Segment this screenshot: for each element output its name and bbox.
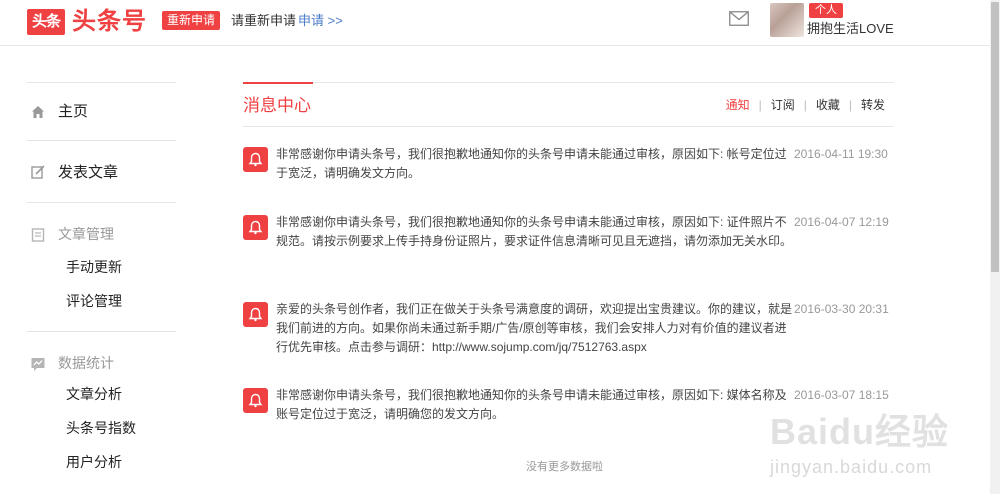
message-center: 消息中心 通知 | 订阅 | 收藏 | 转发 非常感谢你申请头条号，我们很抱歉地通知你的头条…: [243, 82, 894, 421]
message-text: 亲爱的头条号创作者，我们正在做关于头条号满意度的调研，欢迎提出宝贵建议。你的建议…: [276, 302, 793, 354]
bell-icon: [243, 147, 268, 172]
filter-tabs: 通知 | 订阅 | 收藏 | 转发: [726, 97, 885, 113]
tab-subscriptions[interactable]: 订阅: [771, 97, 795, 113]
edit-icon: [31, 165, 45, 179]
username[interactable]: 拥抱生活LOVE: [807, 20, 894, 37]
bell-icon: [243, 388, 268, 413]
logo-badge[interactable]: 头条: [27, 9, 65, 35]
message-text: 非常感谢你申请头条号，我们很抱歉地通知你的头条号申请未能通过审核，原因如下: 证…: [276, 215, 793, 248]
tab-notifications[interactable]: 通知: [726, 97, 750, 113]
message-text: 非常感谢你申请头条号，我们很抱歉地通知你的头条号申请未能通过审核，原因如下: 媒…: [276, 388, 787, 421]
tab-favorites[interactable]: 收藏: [816, 97, 840, 113]
sidebar-item-article-analysis[interactable]: 文章分析: [66, 384, 122, 404]
message-center-header: 消息中心 通知 | 订阅 | 收藏 | 转发: [243, 82, 894, 127]
baidu-jingyan-watermark: Baidu经验 jingyan.baidu.com: [770, 410, 970, 494]
message-time: 2016-03-30 20:31: [794, 302, 889, 316]
title-accent-bar: [243, 82, 313, 84]
mail-icon[interactable]: [729, 11, 749, 26]
logo-text[interactable]: 头条号: [72, 7, 147, 37]
message-text: 非常感谢你申请头条号，我们很抱歉地通知你的头条号申请未能通过审核，原因如下: 帐…: [276, 147, 787, 180]
sidebar-item-user-analysis[interactable]: 用户分析: [66, 452, 122, 472]
message-time: 2016-04-07 12:19: [794, 215, 889, 229]
watermark-logo: Baidu经验: [770, 411, 950, 452]
role-badge: 个人: [809, 3, 843, 18]
sidebar-group-article-management: 文章管理 手动更新 评论管理: [27, 202, 176, 331]
sidebar-item-comment-management[interactable]: 评论管理: [66, 291, 122, 311]
sidebar: 主页 发表文章 文章管理 手动更新 评论管理 数据统计 文章分析 头条号指数 用…: [27, 82, 176, 491]
avatar[interactable]: [770, 3, 804, 37]
watermark-url: jingyan.baidu.com: [770, 457, 933, 477]
bell-icon: [243, 302, 268, 327]
no-more-data-label: 没有更多数据啦: [526, 461, 603, 473]
page-title: 消息中心: [243, 96, 311, 115]
sidebar-item-home[interactable]: 主页: [27, 82, 176, 140]
message-time: 2016-04-11 19:30: [794, 147, 888, 161]
reapply-link[interactable]: 申请 >>: [298, 12, 343, 30]
scrollbar-thumb[interactable]: [991, 2, 999, 272]
reapply-badge: 重新申请: [162, 11, 221, 30]
sidebar-group-label: 文章管理: [58, 226, 114, 242]
chart-icon: [31, 358, 45, 371]
sidebar-group-label: 数据统计: [58, 355, 114, 371]
tab-divider: |: [803, 98, 807, 112]
top-header: 头条 头条号 重新申请 请重新申请 申请 >> 个人 拥抱生活LOVE: [0, 0, 990, 46]
sidebar-item-label: 主页: [58, 103, 89, 120]
sidebar-item-manual-update[interactable]: 手动更新: [66, 257, 122, 277]
tab-divider: |: [848, 98, 852, 112]
sidebar-item-label: 发表文章: [58, 164, 119, 181]
home-icon: [32, 106, 44, 118]
reapply-message: 请重新申请: [231, 13, 297, 28]
document-icon: [31, 228, 45, 242]
sidebar-group-data-stats: 数据统计 文章分析 头条号指数 用户分析: [27, 331, 176, 491]
message-time: 2016-03-07 18:15: [794, 388, 889, 402]
page-scrollbar[interactable]: [990, 0, 1000, 494]
tab-reposts[interactable]: 转发: [861, 97, 885, 113]
sidebar-item-publish[interactable]: 发表文章: [27, 140, 176, 202]
sidebar-item-account-index[interactable]: 头条号指数: [66, 418, 136, 438]
tab-divider: |: [758, 98, 762, 112]
bell-icon: [243, 215, 268, 240]
